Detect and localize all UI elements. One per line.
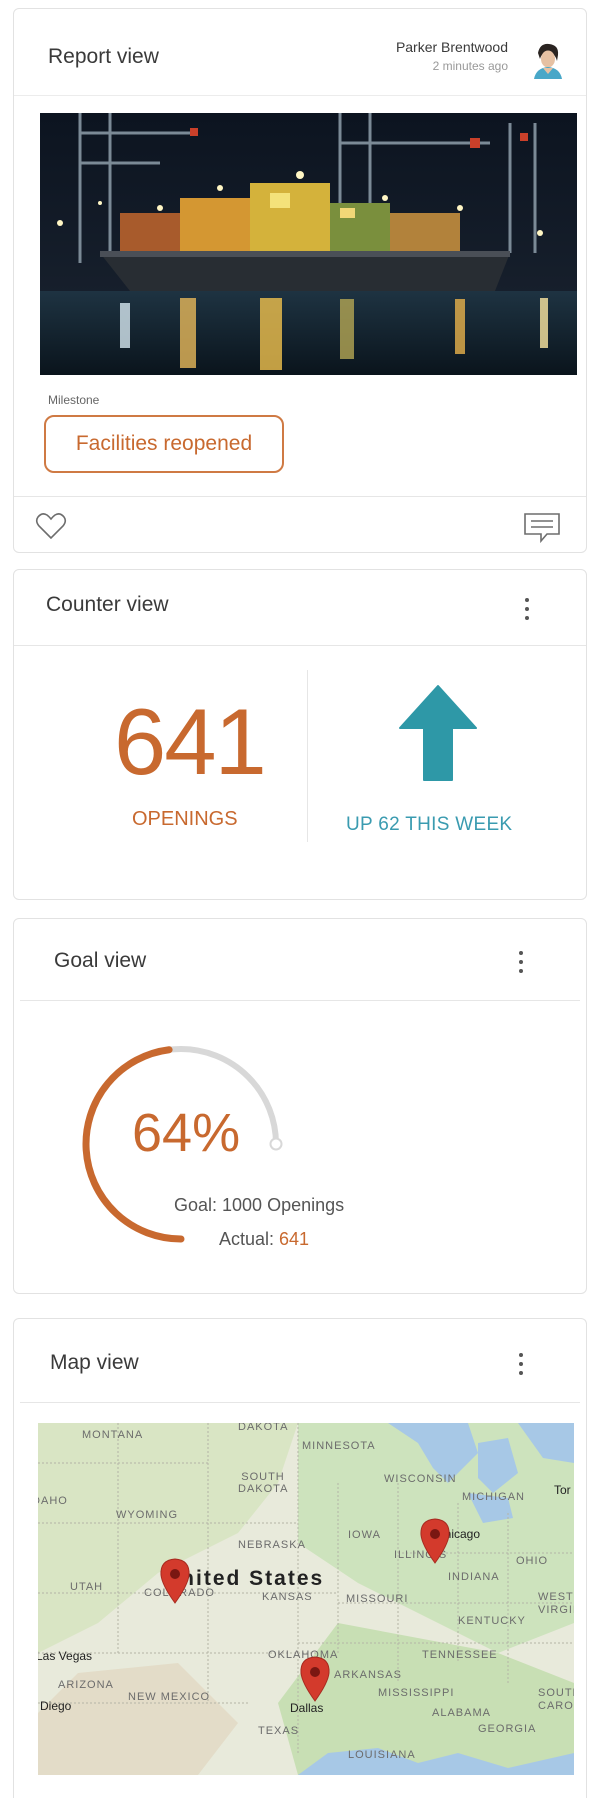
post-time: 2 minutes ago (432, 59, 508, 73)
heart-icon[interactable] (35, 512, 67, 540)
map-label-state: MISSISSIPPI (378, 1687, 455, 1699)
map-label-state: MINNESOTA (302, 1440, 376, 1452)
cargo-ship-photo (40, 113, 577, 375)
report-card-header: Report view Parker Brentwood 2 minutes a… (14, 9, 586, 96)
map-canvas[interactable]: MONTANA DAKOTA MINNESOTA SOUTH DAKOTA WI… (38, 1423, 574, 1775)
map-label-state: SOUTH DAKOTA (238, 1471, 289, 1495)
gauge-end-marker (269, 1137, 283, 1151)
map-label-state: MICHIGAN (462, 1491, 525, 1503)
goal-actual-label: Actual: (219, 1229, 280, 1249)
goal-actual: Actual: 641 (219, 1229, 309, 1250)
more-options-icon[interactable] (520, 596, 534, 622)
map-card-header: Map view (20, 1319, 580, 1403)
map-card-title: Map view (50, 1351, 139, 1374)
map-label-state: ARKANSAS (334, 1669, 402, 1681)
map-pin-dallas[interactable] (298, 1655, 332, 1703)
map-label-state: ALABAMA (432, 1707, 491, 1719)
milestone-label: Milestone (48, 393, 100, 407)
counter-divider (307, 670, 308, 842)
map-label-city: Tor (554, 1483, 571, 1497)
map-label-state: NEBRASKA (238, 1539, 306, 1551)
goal-card: Goal view 64% Goal: 1000 Openings Actual… (13, 918, 587, 1294)
goal-percent: 64% (132, 1103, 241, 1163)
map-label-city: Las Vegas (38, 1649, 93, 1663)
map-pin-denver[interactable] (158, 1557, 192, 1605)
goal-card-title: Goal view (54, 949, 147, 972)
map-label-state: INDIANA (448, 1571, 500, 1583)
map-label-state: IOWA (348, 1529, 381, 1541)
goal-actual-value: 641 (279, 1229, 310, 1249)
more-options-icon[interactable] (514, 1351, 528, 1377)
map-label-state: GEORGIA (478, 1723, 537, 1735)
map-label-state: SOUTH CAROLINA (538, 1687, 574, 1712)
report-card: Report view Parker Brentwood 2 minutes a… (13, 8, 587, 553)
goal-card-header: Goal view (20, 919, 580, 1001)
goal-target: Goal: 1000 Openings (174, 1195, 345, 1215)
map-label-state: KANSAS (262, 1591, 313, 1603)
comment-icon[interactable] (523, 512, 561, 544)
counter-change: UP 62 THIS WEEK (346, 814, 513, 835)
map-label-state: WEST VIRGINIA (538, 1591, 574, 1616)
milestone-badge: Facilities reopened (44, 415, 284, 473)
author-info: Parker Brentwood 2 minutes ago (396, 39, 508, 73)
up-arrow-icon (399, 685, 477, 781)
map-label-state: WYOMING (116, 1509, 178, 1521)
map-label-state: TEXAS (258, 1725, 300, 1737)
map-label-state: KENTUCKY (458, 1615, 526, 1627)
map-label-state: TENNESSEE (422, 1649, 498, 1661)
counter-card: Counter view 641 OPENINGS UP 62 THIS WEE… (13, 569, 587, 900)
map-pin-chicago[interactable] (418, 1517, 452, 1565)
map-label-state: WISCONSIN (384, 1473, 457, 1485)
author-name: Parker Brentwood (395, 39, 508, 55)
report-card-footer (14, 496, 586, 553)
counter-card-title: Counter view (46, 593, 169, 616)
map-label-city: Diego (40, 1699, 72, 1713)
map-card: Map view MONTANA DAKOTA MINNESOTA SOUTH … (13, 1318, 587, 1798)
more-options-icon[interactable] (514, 949, 528, 975)
map-label-state: ARIZONA (58, 1679, 114, 1691)
counter-value: 641 (114, 689, 267, 794)
map-label-state: IDAHO (38, 1495, 68, 1507)
map-label-state: MISSOURI (346, 1593, 409, 1605)
map-label-state: OHIO (516, 1555, 549, 1567)
map-label-state: NEW MEXICO (128, 1691, 211, 1703)
counter-unit: OPENINGS (132, 808, 238, 830)
map-label-city: Dallas (290, 1701, 324, 1715)
map-label-state: LOUISIANA (348, 1749, 416, 1761)
map-label-state: UTAH (70, 1581, 104, 1593)
report-card-title: Report view (48, 45, 159, 68)
map-label-state: DAKOTA (238, 1423, 289, 1433)
counter-card-header: Counter view (14, 570, 586, 646)
avatar[interactable] (528, 39, 568, 79)
map-label-state: MONTANA (82, 1429, 144, 1441)
